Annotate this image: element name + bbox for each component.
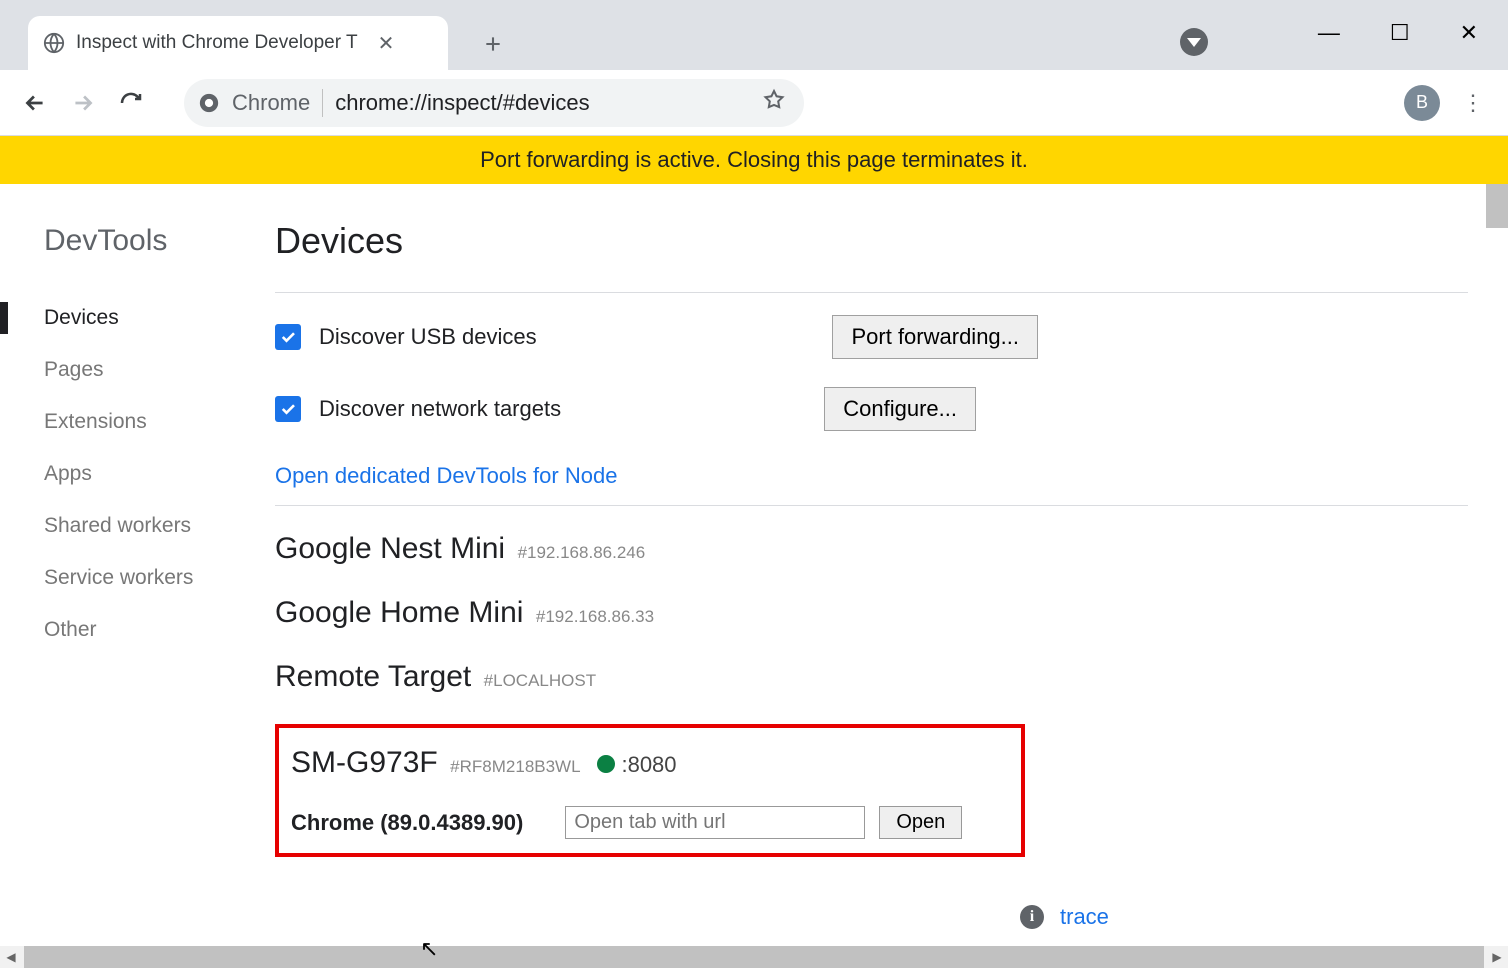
discover-usb-row: Discover USB devices Port forwarding... (275, 315, 1468, 359)
target-device-row: SM-G973F #RF8M218B3WL :8080 (291, 746, 1009, 780)
chrome-menu-icon[interactable]: ⋮ (1458, 90, 1488, 116)
browser-toolbar: Chrome chrome://inspect/#devices B ⋮ (0, 70, 1508, 136)
tab-close-icon[interactable]: ✕ (378, 31, 395, 56)
device-tag: #192.168.86.33 (536, 607, 654, 626)
device-row: Google Home Mini #192.168.86.33 (275, 596, 1468, 630)
sidebar-item-pages[interactable]: Pages (44, 344, 275, 396)
target-device-name: SM-G973F (291, 746, 438, 779)
address-bar[interactable]: Chrome chrome://inspect/#devices (184, 79, 804, 127)
vertical-scrollbar-thumb[interactable] (1486, 184, 1508, 228)
scrollbar-thumb[interactable] (24, 946, 1484, 968)
device-row: Remote Target #LOCALHOST (275, 660, 1468, 694)
open-tab-button[interactable]: Open (879, 806, 962, 839)
tab-title: Inspect with Chrome Developer T (76, 32, 358, 54)
sidebar-item-apps[interactable]: Apps (44, 448, 275, 500)
open-tab-url-input[interactable] (565, 806, 865, 839)
discover-network-label: Discover network targets (319, 396, 561, 422)
sidebar-item-shared-workers[interactable]: Shared workers (44, 500, 275, 552)
profile-initial: B (1416, 92, 1428, 113)
page-title: Devices (275, 220, 1468, 262)
device-name: Remote Target (275, 660, 471, 693)
chrome-icon (198, 92, 220, 114)
window-controls: — ☐ ✕ (1318, 0, 1508, 46)
maximize-icon[interactable]: ☐ (1390, 20, 1410, 46)
device-tag: #192.168.86.246 (518, 543, 646, 562)
open-devtools-node-link[interactable]: Open dedicated DevTools for Node (275, 463, 617, 489)
port-forwarding-button[interactable]: Port forwarding... (832, 315, 1038, 359)
main-panel: Devices Discover USB devices Port forwar… (275, 184, 1508, 946)
device-row: Google Nest Mini #192.168.86.246 (275, 532, 1468, 566)
omnibox-url: chrome://inspect/#devices (335, 90, 589, 116)
sidebar-item-other[interactable]: Other (44, 604, 275, 656)
discover-usb-label: Discover USB devices (319, 324, 537, 350)
trace-row: i trace (1020, 904, 1109, 930)
sidebar-item-devices[interactable]: Devices (44, 292, 275, 344)
browser-tab[interactable]: Inspect with Chrome Developer T ✕ (28, 16, 448, 70)
bookmark-star-icon[interactable] (762, 88, 786, 117)
profile-avatar[interactable]: B (1404, 85, 1440, 121)
close-window-icon[interactable]: ✕ (1460, 20, 1478, 46)
globe-icon (42, 31, 66, 55)
sidebar: DevTools Devices Pages Extensions Apps S… (0, 184, 275, 946)
omnibox-separator (322, 89, 323, 117)
info-icon[interactable]: i (1020, 905, 1044, 929)
configure-button[interactable]: Configure... (824, 387, 976, 431)
device-tag: #LOCALHOST (484, 671, 596, 690)
target-port: :8080 (621, 752, 676, 777)
page-content: DevTools Devices Pages Extensions Apps S… (0, 184, 1508, 946)
omnibox-scheme: Chrome (232, 90, 310, 116)
browser-titlebar: Inspect with Chrome Developer T ✕ — ☐ ✕ (0, 0, 1508, 70)
target-device-tag: #RF8M218B3WL (450, 757, 580, 776)
sidebar-title: DevTools (44, 224, 275, 258)
device-name: Google Nest Mini (275, 532, 505, 565)
horizontal-scrollbar[interactable]: ◀ ▶ (0, 946, 1508, 968)
discover-usb-checkbox[interactable] (275, 324, 301, 350)
back-button[interactable] (20, 88, 50, 118)
scroll-right-icon[interactable]: ▶ (1486, 950, 1508, 964)
new-tab-button[interactable] (473, 24, 513, 64)
device-name: Google Home Mini (275, 596, 523, 629)
discover-network-row: Discover network targets Configure... (275, 387, 1468, 431)
target-browser-label: Chrome (89.0.4389.90) (291, 810, 523, 836)
scroll-left-icon[interactable]: ◀ (0, 950, 22, 964)
sidebar-item-service-workers[interactable]: Service workers (44, 552, 275, 604)
sidebar-item-extensions[interactable]: Extensions (44, 396, 275, 448)
settings-section: Discover USB devices Port forwarding... … (275, 292, 1468, 506)
forward-button[interactable] (68, 88, 98, 118)
minimize-icon[interactable]: — (1318, 20, 1340, 46)
devices-list: Google Nest Mini #192.168.86.246 Google … (275, 506, 1468, 857)
banner-text: Port forwarding is active. Closing this … (480, 147, 1028, 173)
reload-button[interactable] (116, 88, 146, 118)
discover-network-checkbox[interactable] (275, 396, 301, 422)
search-tabs-button[interactable] (1180, 28, 1208, 56)
trace-link[interactable]: trace (1060, 904, 1109, 930)
port-forwarding-banner: Port forwarding is active. Closing this … (0, 136, 1508, 184)
remote-target-highlight: SM-G973F #RF8M218B3WL :8080 Chrome (89.0… (275, 724, 1025, 857)
target-browser-row: Chrome (89.0.4389.90) Open (291, 806, 1009, 839)
port-status-dot-icon (597, 755, 615, 773)
